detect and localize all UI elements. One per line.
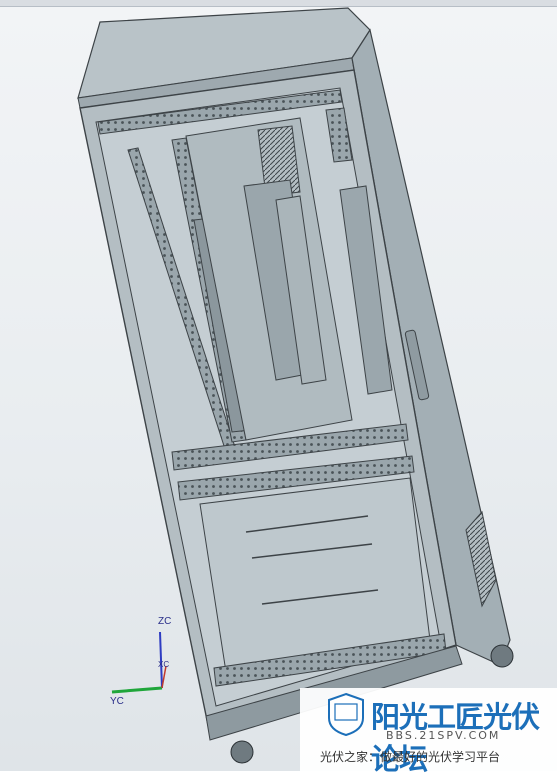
- seal-icon: [328, 692, 364, 736]
- axis-x-label: XC: [158, 660, 170, 669]
- caster-right: [490, 644, 514, 668]
- cad-viewport[interactable]: ZC YC XC 阳光工匠光伏论坛 BBS.21SPV.COM 光伏之家：做最好…: [0, 0, 557, 776]
- axis-z-label: ZC: [158, 616, 172, 627]
- forum-watermark: 阳光工匠光伏论坛 BBS.21SPV.COM 光伏之家：做最好的光伏学习平台: [300, 688, 557, 776]
- forum-url: BBS.21SPV.COM: [386, 729, 501, 742]
- cabinet-model[interactable]: [0, 0, 557, 771]
- axis-y-label: YC: [110, 696, 124, 707]
- axis-y: [111, 686, 163, 694]
- forum-tagline: 光伏之家：做最好的光伏学习平台: [320, 750, 501, 764]
- caster-left: [230, 740, 254, 764]
